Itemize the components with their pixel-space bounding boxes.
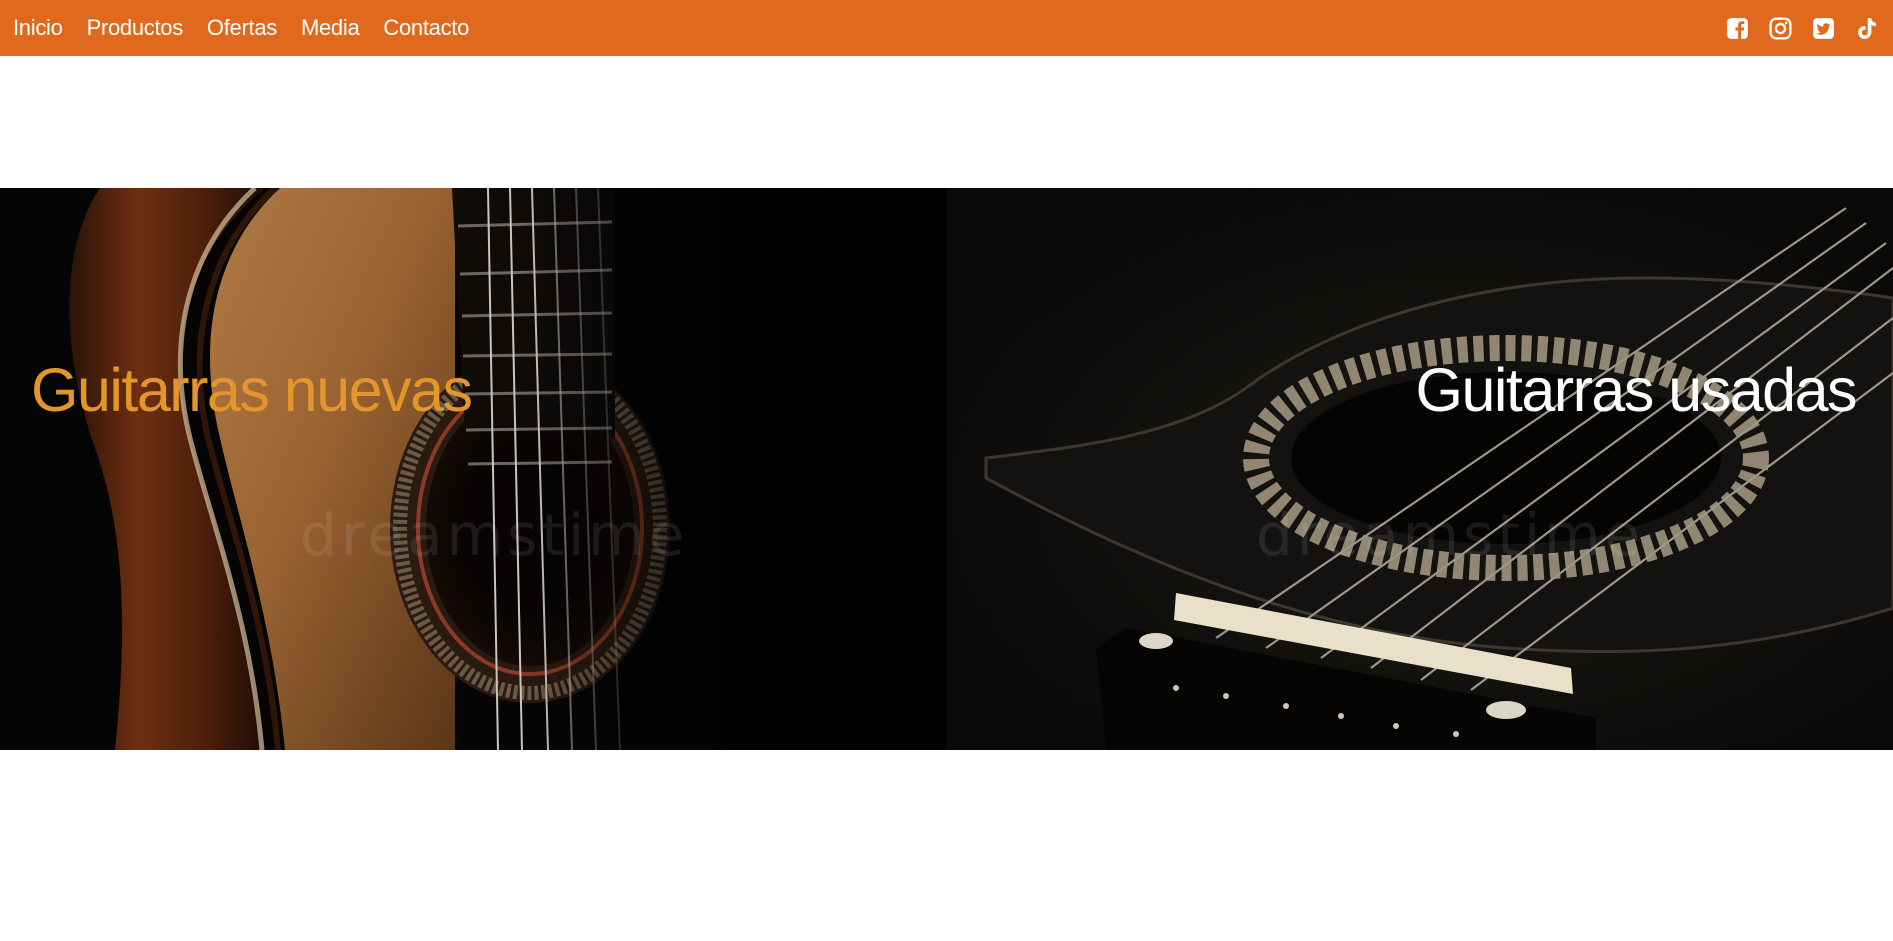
hero-section: dreamstime Guitarras nuevas — [0, 188, 1893, 750]
nav-link-media[interactable]: Media — [301, 15, 360, 41]
new-guitars-title[interactable]: Guitarras nuevas — [31, 360, 473, 421]
twitter-icon[interactable] — [1811, 16, 1836, 41]
used-guitars-panel[interactable]: dreamstime Guitarras usadas — [946, 188, 1893, 750]
instagram-icon[interactable] — [1768, 16, 1793, 41]
top-navbar: Inicio Productos Ofertas Media Contacto — [0, 0, 1893, 56]
new-guitars-panel[interactable]: dreamstime Guitarras nuevas — [0, 188, 946, 750]
main-nav: Inicio Productos Ofertas Media Contacto — [13, 15, 469, 41]
nav-link-inicio[interactable]: Inicio — [13, 15, 63, 41]
nav-link-contacto[interactable]: Contacto — [383, 15, 469, 41]
used-guitar-image — [946, 188, 1893, 750]
classical-guitar-image — [0, 188, 946, 750]
tiktok-icon[interactable] — [1854, 16, 1879, 41]
facebook-icon[interactable] — [1725, 16, 1750, 41]
social-links — [1725, 16, 1879, 41]
nav-link-ofertas[interactable]: Ofertas — [207, 15, 277, 41]
nav-link-productos[interactable]: Productos — [87, 15, 184, 41]
used-guitars-title[interactable]: Guitarras usadas — [1416, 360, 1858, 421]
